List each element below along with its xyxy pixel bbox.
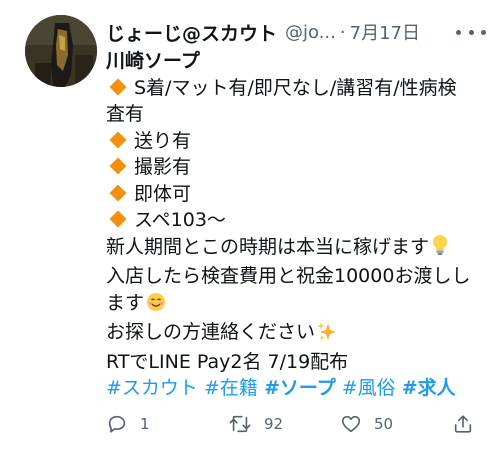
tweet-header: じょーじ@スカウト @jo... · 7月17日 xyxy=(106,18,486,46)
tweet-line: お探しの方連絡ください xyxy=(106,319,476,349)
orange-diamond-icon xyxy=(109,131,127,148)
user-handle[interactable]: @jo... xyxy=(285,22,336,43)
tweet-line: 査有 xyxy=(106,103,145,125)
tweet-line-text: ます xyxy=(106,291,145,314)
orange-diamond-icon xyxy=(109,184,127,201)
hashtag-fuzoku[interactable]: #風俗 xyxy=(342,377,396,399)
hashtag-scout[interactable]: #スカウト xyxy=(106,377,198,399)
lightbulb-emoji xyxy=(431,234,449,264)
separator-dot: · xyxy=(339,21,346,43)
like-count: 50 xyxy=(374,415,394,433)
tweet-line: 送り有 xyxy=(106,128,476,155)
reply-icon xyxy=(106,413,128,435)
hashtag-line: #スカウト #在籍 #ソープ #風俗 #求人 xyxy=(106,375,476,402)
tweet-line: 川崎ソープ xyxy=(106,50,200,72)
tweet-line-text: 即体可 xyxy=(134,182,192,205)
tweet-line: スペ103〜 xyxy=(106,207,476,234)
tweet-line: 即体可 xyxy=(106,181,476,208)
tweet-text: 川崎ソープ S着/マット有/即尺なし/講習有/性病検 査有 送り有 撮影有 即体… xyxy=(106,48,476,402)
tweet-line: 撮影有 xyxy=(106,154,476,181)
hashtag-zaiseki[interactable]: #在籍 xyxy=(204,377,258,399)
tweet-card[interactable]: じょーじ@スカウト @jo... · 7月17日 川崎ソープ S着/マット有/即… xyxy=(0,0,500,450)
tweet-line-text: S着/マット有/即尺なし/講習有/性病検 xyxy=(134,76,457,99)
more-dot xyxy=(456,29,461,35)
smiling-face-emoji xyxy=(146,292,166,320)
tweet-line-text: スペ103〜 xyxy=(134,209,226,231)
share-icon xyxy=(452,413,474,435)
avatar[interactable] xyxy=(25,15,97,87)
tweet-line-text: 新人期間とこの時期は本当に稼げます xyxy=(106,235,430,258)
more-dot xyxy=(481,29,486,35)
display-name[interactable]: じょーじ@スカウト xyxy=(106,19,277,46)
tweet-line: RTでLINE Pay2名 7/19配布 xyxy=(106,350,349,373)
tweet-date[interactable]: 7月17日 xyxy=(350,19,420,45)
hashtag-soap[interactable]: #ソープ xyxy=(264,377,336,399)
more-dot xyxy=(468,29,474,35)
retweet-icon xyxy=(228,413,252,435)
orange-diamond-icon xyxy=(109,210,127,228)
orange-diamond-icon xyxy=(109,78,127,95)
hashtag-kyujin[interactable]: #求人 xyxy=(402,377,456,399)
reply-button[interactable]: 1 xyxy=(106,410,150,438)
retweet-count: 92 xyxy=(264,415,284,433)
orange-diamond-icon xyxy=(109,157,127,175)
reply-count: 1 xyxy=(140,415,150,433)
tweet-line: 入店したら検査費用と祝金10000お渡しし xyxy=(106,265,471,287)
action-bar: 1 92 50 xyxy=(106,410,486,438)
tweet-line-text: 送り有 xyxy=(134,129,192,152)
retweet-button[interactable]: 92 xyxy=(228,410,283,438)
sparkles-emoji xyxy=(317,321,337,349)
tweet-line-text: 撮影有 xyxy=(134,156,192,178)
like-button[interactable]: 50 xyxy=(340,410,393,438)
heart-icon xyxy=(340,413,362,435)
share-button[interactable] xyxy=(452,410,474,438)
more-icon[interactable] xyxy=(456,22,486,42)
tweet-line: ます xyxy=(106,290,476,320)
tweet-line: S着/マット有/即尺なし/講習有/性病検 xyxy=(106,75,476,102)
tweet-line-text: お探しの方連絡ください xyxy=(106,321,316,343)
tweet-line: 新人期間とこの時期は本当に稼げます xyxy=(106,234,476,264)
